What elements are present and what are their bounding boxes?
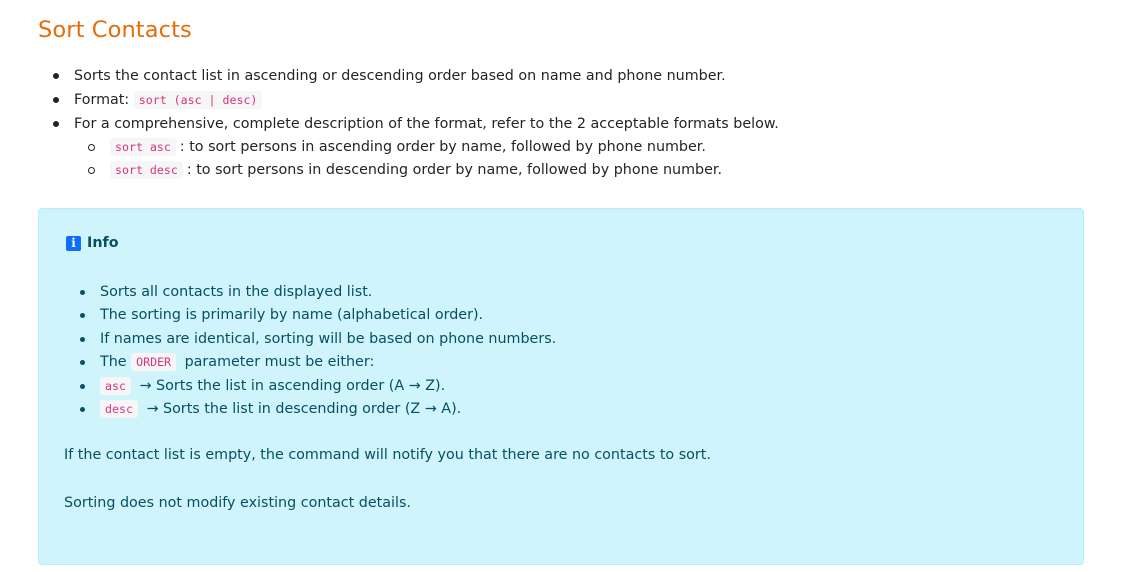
- info-list-item: If names are identical, sorting will be …: [80, 328, 557, 351]
- info-list-item: The sorting is primarily by name (alphab…: [80, 304, 556, 327]
- sub-list-item: sort asc: to sort persons in ascending o…: [88, 136, 779, 159]
- bullet-icon: [80, 407, 85, 413]
- info-list-item: Sorts all contacts in the displayed list…: [80, 281, 556, 304]
- hollow-bullet-icon: [88, 167, 95, 174]
- info-header: i Info: [66, 235, 119, 251]
- bullet-icon: [80, 360, 85, 366]
- bullet-icon: [53, 121, 59, 127]
- list-item-text: Sorts the contact list in ascending or d…: [74, 68, 726, 84]
- list-item: For a comprehensive, complete descriptio…: [53, 112, 779, 182]
- bullet-icon: [80, 383, 85, 389]
- sub-list-item: sort desc: to sort persons in descending…: [88, 159, 779, 182]
- info-list-item-text: Sorts all contacts in the displayed list…: [100, 284, 373, 300]
- list-item: Format: sort (asc | desc): [53, 88, 779, 112]
- info-list-item-text: parameter must be either:: [180, 354, 375, 371]
- sub-list-item-text: : to sort persons in descending order by…: [186, 162, 723, 178]
- format-sub-list: sort asc: to sort persons in ascending o…: [74, 136, 779, 182]
- order-code: ORDER: [131, 353, 177, 372]
- bullet-icon: [80, 290, 85, 295]
- main-bullet-list: Sorts the contact list in ascending or d…: [38, 64, 779, 182]
- info-heading: Info: [87, 235, 119, 251]
- sub-list-item-text: : to sort persons in ascending order by …: [179, 139, 706, 155]
- hollow-bullet-icon: [88, 144, 95, 151]
- bullet-icon: [80, 336, 85, 342]
- info-callout: i Info Sorts all contacts in the display…: [38, 208, 1084, 565]
- info-list-item: desc → Sorts the list in descending orde…: [80, 398, 556, 421]
- info-no-modify-note: Sorting does not modify existing contact…: [64, 495, 411, 511]
- section-title: Sort Contacts: [38, 17, 192, 43]
- sort-asc-code: sort asc: [110, 138, 176, 156]
- info-list-item-text: → Sorts the list in ascending order (A →…: [134, 377, 446, 394]
- info-list-item: asc → Sorts the list in ascending order …: [80, 375, 556, 398]
- desc-code: desc: [100, 400, 138, 419]
- info-list-item-text: The: [100, 354, 132, 371]
- info-list-item-text: The sorting is primarily by name (alphab…: [100, 307, 484, 324]
- info-bullet-list: Sorts all contacts in the displayed list…: [64, 281, 556, 421]
- format-code: sort (asc | desc): [133, 91, 263, 109]
- info-icon: i: [66, 235, 81, 251]
- info-list-item-text: If names are identical, sorting will be …: [100, 330, 557, 347]
- list-item: Sorts the contact list in ascending or d…: [53, 64, 779, 88]
- info-empty-list-note: If the contact list is empty, the comman…: [64, 447, 711, 463]
- asc-code: asc: [100, 376, 131, 395]
- info-list-item: The ORDER parameter must be either:: [80, 351, 556, 374]
- format-label: Format:: [74, 92, 134, 108]
- bullet-icon: [53, 73, 59, 79]
- info-list-item-text: → Sorts the list in descending order (Z …: [141, 401, 462, 418]
- bullet-icon: [53, 97, 59, 103]
- list-item-text: For a comprehensive, complete descriptio…: [74, 116, 779, 132]
- bullet-icon: [80, 313, 85, 319]
- sort-desc-code: sort desc: [110, 161, 183, 179]
